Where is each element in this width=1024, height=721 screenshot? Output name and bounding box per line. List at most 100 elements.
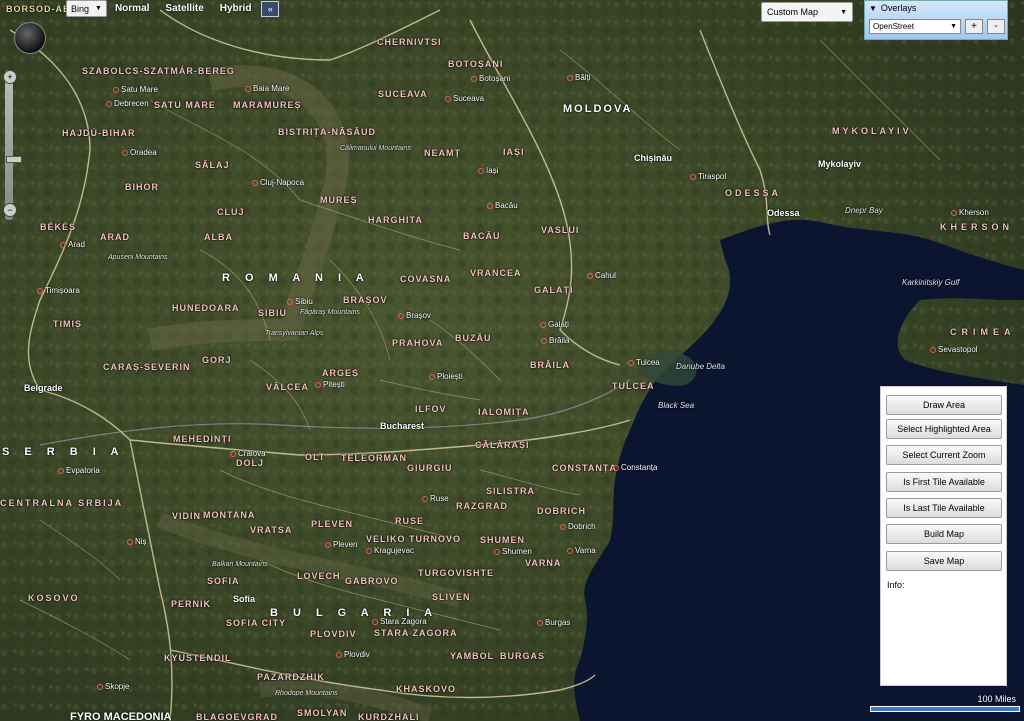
region-label: RUSE: [395, 516, 425, 526]
provider-value: Bing: [71, 3, 90, 14]
city-label: Galați: [540, 320, 569, 329]
map-type-satellite-button[interactable]: Satellite: [157, 3, 211, 14]
region-label: MONTANA: [203, 510, 256, 520]
city-label: Arad: [60, 240, 85, 249]
region-label: VASLUI: [541, 225, 580, 235]
region-label: YAMBOL: [450, 651, 495, 661]
map-view[interactable]: R O M A N I A B U L G A R I A S E R B I …: [0, 0, 1024, 721]
region-label: PERNIK: [171, 599, 212, 609]
city-label: Tulcea: [628, 358, 660, 367]
region-label: CLUJ: [217, 207, 245, 217]
region-label: CHERNIVTSI: [377, 37, 442, 47]
city-label: Craiova: [230, 449, 266, 458]
region-label: LOVECH: [297, 571, 341, 581]
city-label: Bacău: [487, 201, 518, 210]
country-label: S E R B I A: [2, 446, 125, 458]
city-label: Bălți: [567, 73, 591, 82]
region-label: SHUMEN: [480, 535, 526, 545]
custom-map-select[interactable]: Custom Map ▼: [761, 2, 853, 22]
city-label: Mykolayiv: [818, 159, 862, 169]
mountain-label: Transylvanian Alps: [265, 330, 324, 337]
add-overlay-button[interactable]: +: [965, 19, 983, 34]
mountain-label: Călimanului Mountains: [340, 145, 411, 152]
region-label: TELEORMAN: [341, 453, 407, 463]
overlays-panel: ▼ Overlays OpenStreet ▼ + -: [864, 0, 1008, 40]
sea-label: Danube Delta: [676, 362, 725, 371]
region-label: CONSTANȚA: [552, 463, 617, 473]
remove-overlay-button[interactable]: -: [987, 19, 1005, 34]
mountain-label: Rhodope Mountains: [275, 690, 338, 697]
city-label: Odessa: [767, 208, 800, 218]
region-label: OLT: [305, 452, 326, 462]
region-label: HUNEDOARA: [172, 303, 240, 313]
region-label: KOSOVO: [28, 593, 80, 603]
country-label: R O M A N I A: [222, 272, 370, 284]
triangle-down-icon: ▼: [869, 3, 877, 13]
map-type-normal-button[interactable]: Normal: [107, 3, 157, 14]
region-label: DOLJ: [236, 458, 265, 468]
city-label: Niș: [127, 537, 147, 546]
region-label: CRIMEA: [950, 327, 1016, 337]
region-label: BURGAS: [500, 651, 546, 661]
region-label: GORJ: [202, 355, 232, 365]
draw-area-button[interactable]: Draw Area: [886, 395, 1002, 415]
save-map-button[interactable]: Save Map: [886, 551, 1002, 571]
region-label: ARAD: [100, 232, 130, 242]
city-label: Dobrich: [560, 522, 596, 531]
region-label: GABROVO: [345, 576, 399, 586]
overlays-title: Overlays: [880, 3, 917, 13]
zoom-out-icon[interactable]: −: [3, 203, 17, 217]
city-label: Kragujevac: [366, 546, 414, 555]
region-label: VARNA: [525, 558, 562, 568]
city-label: Skopje: [97, 682, 129, 691]
region-label: BÉKÉS: [40, 222, 77, 232]
overlay-layer-select[interactable]: OpenStreet ▼: [869, 19, 961, 34]
region-label: PLEVEN: [311, 519, 354, 529]
region-label: KHASKOVO: [396, 684, 457, 694]
select-current-zoom-button[interactable]: Select Current Zoom: [886, 445, 1002, 465]
region-label: BISTRIȚA-NĂSĂUD: [278, 127, 376, 137]
city-label: Varna: [567, 546, 596, 555]
zoom-slider[interactable]: [5, 70, 22, 220]
city-label: Oradea: [122, 148, 157, 157]
provider-select[interactable]: Bing ▼: [66, 0, 107, 17]
pan-control[interactable]: [14, 22, 46, 54]
city-label: Botoșani: [471, 74, 510, 83]
sea-label: Black Sea: [658, 401, 695, 410]
region-label: CARAȘ-SEVERIN: [103, 362, 191, 372]
region-label: VELIKO TURNOVO: [366, 534, 462, 544]
scale-label: 100 Miles: [977, 694, 1016, 704]
city-label: Brăila: [541, 336, 569, 345]
is-first-tile-available-button[interactable]: Is First Tile Available: [886, 472, 1002, 492]
city-label: Iași: [478, 166, 498, 175]
region-label: MARAMUREȘ: [233, 100, 302, 110]
region-label: STARA ZAGORA: [374, 628, 458, 638]
city-label: Burgas: [537, 618, 570, 627]
region-label: SMOLYAN: [297, 708, 348, 718]
region-label: SILISTRA: [486, 486, 536, 496]
select-highlighted-area-button[interactable]: Select Highlighted Area: [886, 419, 1002, 439]
country-label: FYRO MACEDONIA: [70, 711, 172, 721]
region-label: VRATSA: [250, 525, 293, 535]
city-label: Shumen: [494, 547, 532, 556]
city-label: Plovdiv: [336, 650, 370, 659]
is-last-tile-available-button[interactable]: Is Last Tile Available: [886, 498, 1002, 518]
city-label: Satu Mare: [113, 85, 158, 94]
overlays-header[interactable]: ▼ Overlays: [865, 1, 1007, 15]
collapse-toolbar-button[interactable]: «: [261, 0, 280, 17]
city-label: Chișinău: [634, 153, 673, 163]
city-label: Stara Zagora: [372, 617, 427, 626]
city-label: Bucharest: [380, 421, 425, 431]
region-label: COVASNA: [400, 274, 452, 284]
city-label: Debrecen: [106, 99, 149, 108]
region-label: BOTOȘANI: [448, 59, 504, 69]
region-label: VRANCEA: [470, 268, 522, 278]
region-label: NEAMȚ: [424, 148, 461, 158]
region-label: ODESSA: [725, 188, 782, 198]
build-map-button[interactable]: Build Map: [886, 524, 1002, 544]
region-label: RAZGRAD: [456, 501, 508, 511]
zoom-slider-thumb[interactable]: [6, 156, 22, 163]
zoom-in-icon[interactable]: +: [3, 70, 17, 84]
mountain-label: Făgăraș Mountains: [300, 309, 360, 316]
map-type-hybrid-button[interactable]: Hybrid: [212, 3, 260, 14]
